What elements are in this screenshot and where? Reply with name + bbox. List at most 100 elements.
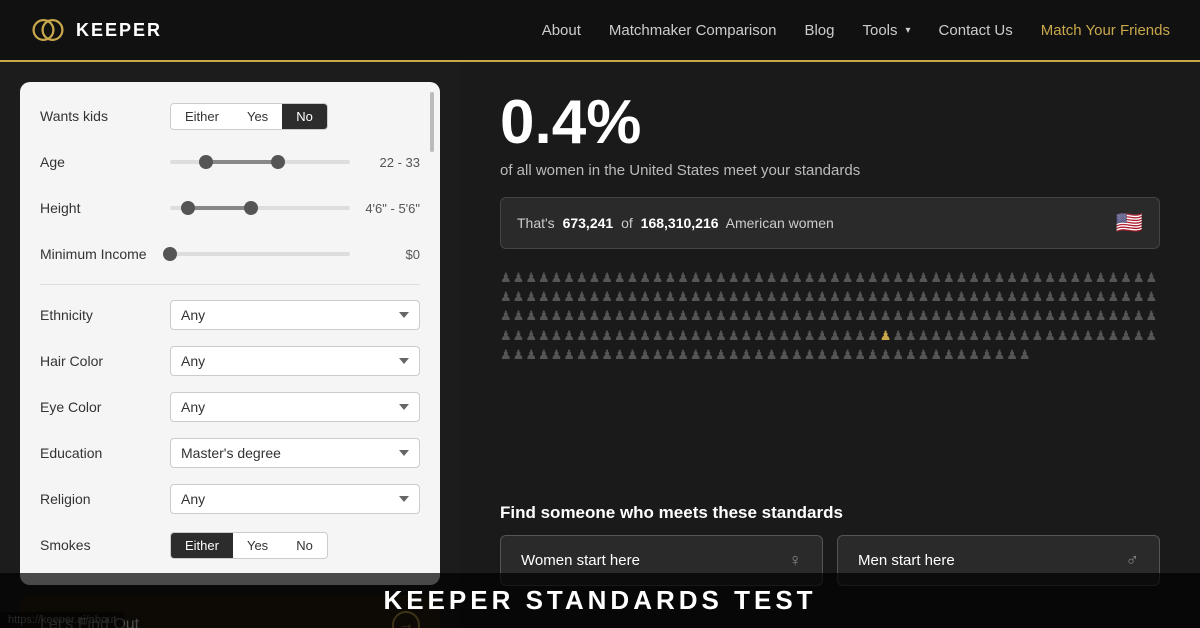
person-icon: ♟	[513, 288, 525, 306]
eye-color-control: Any	[170, 392, 420, 422]
nav-link-about[interactable]: About	[542, 22, 581, 39]
person-icon: ♟	[804, 346, 816, 364]
person-icon: ♟	[867, 288, 879, 306]
person-icon: ♟	[905, 307, 917, 325]
person-icon: ♟	[728, 307, 740, 325]
person-icon: ♟	[804, 269, 816, 287]
person-icon: ♟	[1145, 307, 1157, 325]
nav-link-contact[interactable]: Contact Us	[939, 22, 1013, 39]
age-slider-track[interactable]	[170, 160, 350, 164]
smokes-row: Smokes Either Yes No	[40, 529, 420, 561]
person-icon: ♟	[778, 307, 790, 325]
person-icon: ♟	[500, 288, 512, 306]
height-slider-thumb-right[interactable]	[244, 201, 258, 215]
wants-kids-yes[interactable]: Yes	[233, 104, 282, 129]
person-icon: ♟	[601, 269, 613, 287]
person-icon: ♟	[690, 346, 702, 364]
ethnicity-control: Any	[170, 300, 420, 330]
person-icon: ♟	[766, 327, 778, 345]
ethnicity-select[interactable]: Any	[170, 300, 420, 330]
person-icon: ♟	[994, 346, 1006, 364]
nav-link-blog[interactable]: Blog	[804, 22, 834, 39]
person-icon: ♟	[1044, 288, 1056, 306]
logo[interactable]: KEEPER	[30, 12, 162, 48]
smokes-no[interactable]: No	[282, 533, 327, 558]
person-icon: ♟	[665, 307, 677, 325]
person-icon: ♟	[892, 269, 904, 287]
stats-of: of	[621, 215, 633, 231]
income-slider-track[interactable]	[170, 252, 350, 256]
person-icon: ♟	[728, 346, 740, 364]
education-select[interactable]: Master's degree	[170, 438, 420, 468]
person-icon: ♟	[677, 288, 689, 306]
person-icon: ♟	[500, 346, 512, 364]
smokes-either[interactable]: Either	[171, 533, 233, 558]
height-slider-track[interactable]	[170, 206, 350, 210]
stats-count: 673,241	[563, 215, 614, 231]
nav-link-matchmaker[interactable]: Matchmaker Comparison	[609, 22, 777, 39]
person-icon: ♟	[652, 346, 664, 364]
person-icon: ♟	[753, 288, 765, 306]
nav-link-tools[interactable]: Tools ▾	[862, 22, 910, 39]
person-icon: ♟	[538, 288, 550, 306]
wants-kids-no[interactable]: No	[282, 104, 327, 129]
height-row: Height 4'6" - 5'6"	[40, 192, 420, 224]
person-icon: ♟	[905, 269, 917, 287]
person-icon: ♟	[854, 269, 866, 287]
person-icon: ♟	[525, 327, 537, 345]
person-icon: ♟	[905, 346, 917, 364]
education-label: Education	[40, 445, 170, 461]
person-icon: ♟	[601, 346, 613, 364]
person-icon: ♟	[1082, 269, 1094, 287]
ethnicity-row: Ethnicity Any	[40, 299, 420, 331]
person-icon: ♟	[1145, 269, 1157, 287]
height-slider-container: 4'6" - 5'6"	[170, 201, 420, 216]
overlay-text: KEEPER STANDARDS TEST	[383, 585, 816, 615]
person-icon: ♟	[766, 307, 778, 325]
person-icon: ♟	[1006, 288, 1018, 306]
religion-select[interactable]: Any	[170, 484, 420, 514]
age-slider-thumb-right[interactable]	[271, 155, 285, 169]
person-icon: ♟	[930, 288, 942, 306]
person-icon: ♟	[880, 327, 892, 345]
person-icon: ♟	[854, 307, 866, 325]
find-someone-label: Find someone who meets these standards	[500, 503, 1160, 523]
hair-color-select[interactable]: Any	[170, 346, 420, 376]
age-value: 22 - 33	[360, 155, 420, 170]
scrollbar[interactable]	[430, 92, 434, 152]
age-slider-thumb-left[interactable]	[199, 155, 213, 169]
person-icon: ♟	[956, 346, 968, 364]
left-panel: Wants kids Either Yes No Age	[0, 62, 460, 628]
chevron-down-icon: ▾	[906, 25, 911, 36]
person-icon: ♟	[715, 269, 727, 287]
person-icon: ♟	[614, 269, 626, 287]
person-icon: ♟	[842, 307, 854, 325]
height-slider-thumb-left[interactable]	[181, 201, 195, 215]
age-control: 22 - 33	[170, 155, 420, 170]
bottom-overlay: KEEPER STANDARDS TEST	[0, 573, 1200, 628]
height-slider-fill	[188, 206, 251, 210]
person-icon: ♟	[918, 307, 930, 325]
person-icon: ♟	[677, 346, 689, 364]
person-icon: ♟	[930, 307, 942, 325]
person-icon: ♟	[1120, 269, 1132, 287]
person-icon: ♟	[690, 327, 702, 345]
person-icon: ♟	[1032, 269, 1044, 287]
person-icon: ♟	[715, 307, 727, 325]
eye-color-select[interactable]: Any	[170, 392, 420, 422]
person-icon: ♟	[981, 307, 993, 325]
person-icon: ♟	[1070, 307, 1082, 325]
person-icon: ♟	[1019, 307, 1031, 325]
person-icon: ♟	[740, 269, 752, 287]
person-icon: ♟	[728, 288, 740, 306]
person-icon: ♟	[563, 346, 575, 364]
person-icon: ♟	[576, 269, 588, 287]
wants-kids-either[interactable]: Either	[171, 104, 233, 129]
person-icon: ♟	[525, 346, 537, 364]
smokes-yes[interactable]: Yes	[233, 533, 282, 558]
person-icon: ♟	[1057, 288, 1069, 306]
person-icon: ♟	[538, 307, 550, 325]
person-icon: ♟	[1032, 327, 1044, 345]
nav-link-match[interactable]: Match Your Friends	[1041, 22, 1170, 39]
income-slider-thumb[interactable]	[163, 247, 177, 261]
